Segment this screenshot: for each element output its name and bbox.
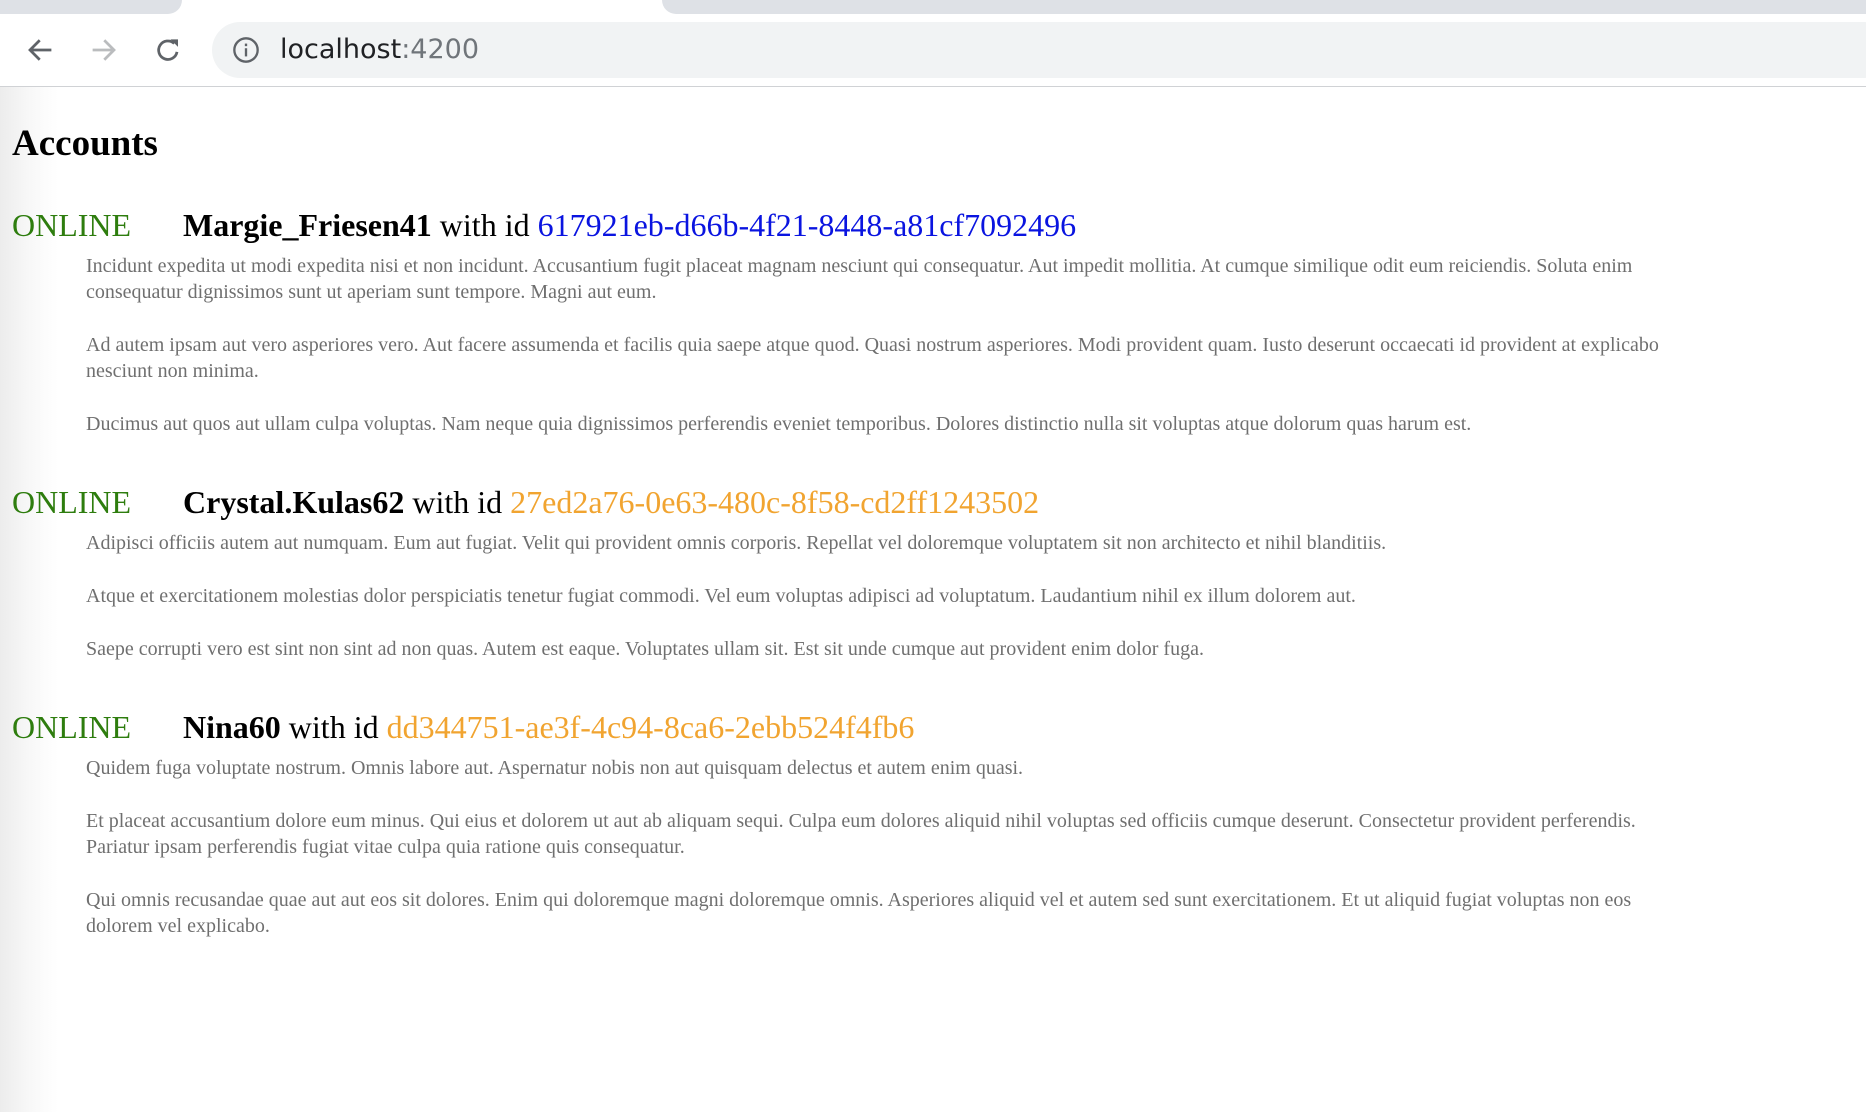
account-username: Nina60 [183,709,281,745]
account-item: ONLINE Nina60 with id dd344751-ae3f-4c94… [0,707,1866,939]
with-id-text: with id [431,207,538,243]
info-circle-icon[interactable] [232,36,260,64]
description-paragraph: Saepe corrupti vero est sint non sint ad… [86,638,1204,660]
description-paragraph: Quidem fuga voluptate nostrum. Omnis lab… [86,757,1024,779]
account-description: Incidunt expedita ut modi expedita nisi … [0,253,1866,437]
browser-toolbar: localhost:4200 [0,14,1866,87]
description-paragraph: Ad autem ipsam aut vero asperiores vero.… [86,334,1659,382]
description-paragraph: Atque et exercitationem molestias dolor … [86,585,1356,607]
account-item: ONLINE Margie_Friesen41 with id 617921eb… [0,205,1866,437]
description-paragraph: Adipisci officiis autem aut numquam. Eum… [86,532,1387,554]
status-label: ONLINE [12,484,132,520]
account-header: ONLINE Crystal.Kulas62 with id 27ed2a76-… [0,482,1866,522]
url-text[interactable]: localhost:4200 [280,22,479,78]
reload-button[interactable] [146,28,190,72]
url-port: :4200 [401,34,480,65]
account-description: Quidem fuga voluptate nostrum. Omnis lab… [0,755,1866,939]
with-id-text: with id [280,709,387,745]
status-label: ONLINE [12,709,132,745]
description-paragraph: Incidunt expedita ut modi expedita nisi … [86,255,1633,303]
arrow-right-icon [92,39,116,61]
account-header: ONLINE Margie_Friesen41 with id 617921eb… [0,205,1866,245]
with-id-text: with id [404,484,511,520]
account-id: dd344751-ae3f-4c94-8ca6-2ebb524f4fb6 [386,709,915,745]
inactive-tab-right[interactable] [662,0,1866,14]
arrow-left-icon [28,39,52,61]
account-title: Nina60 with id dd344751-ae3f-4c94-8ca6-2… [183,707,914,747]
account-username: Crystal.Kulas62 [183,484,405,520]
account-id: 27ed2a76-0e63-480c-8f58-cd2ff1243502 [510,484,1040,520]
forward-button[interactable] [82,28,126,72]
inactive-tab-left[interactable] [0,0,182,14]
url-host: localhost [280,34,402,65]
tab-strip [0,0,1866,14]
description-paragraph: Et placeat accusantium dolore eum minus.… [86,810,1636,858]
account-title: Margie_Friesen41 with id 617921eb-d66b-4… [183,205,1076,245]
page-title: Accounts [12,123,158,164]
description-paragraph: Ducimus aut quos aut ullam culpa volupta… [86,413,1472,435]
status-label: ONLINE [12,207,132,243]
account-description: Adipisci officiis autem aut numquam. Eum… [0,530,1866,662]
account-title: Crystal.Kulas62 with id 27ed2a76-0e63-48… [183,482,1039,522]
description-paragraph: Qui omnis recusandae quae aut aut eos si… [86,889,1632,937]
address-bar[interactable]: localhost:4200 [212,22,1866,78]
page-content: Accounts ONLINE Margie_Friesen41 with id… [0,87,1866,1112]
reload-icon [157,39,179,61]
account-item: ONLINE Crystal.Kulas62 with id 27ed2a76-… [0,482,1866,662]
back-button[interactable] [18,28,62,72]
account-id: 617921eb-d66b-4f21-8448-a81cf7092496 [537,207,1077,243]
account-username: Margie_Friesen41 [183,207,432,243]
account-header: ONLINE Nina60 with id dd344751-ae3f-4c94… [0,707,1866,747]
